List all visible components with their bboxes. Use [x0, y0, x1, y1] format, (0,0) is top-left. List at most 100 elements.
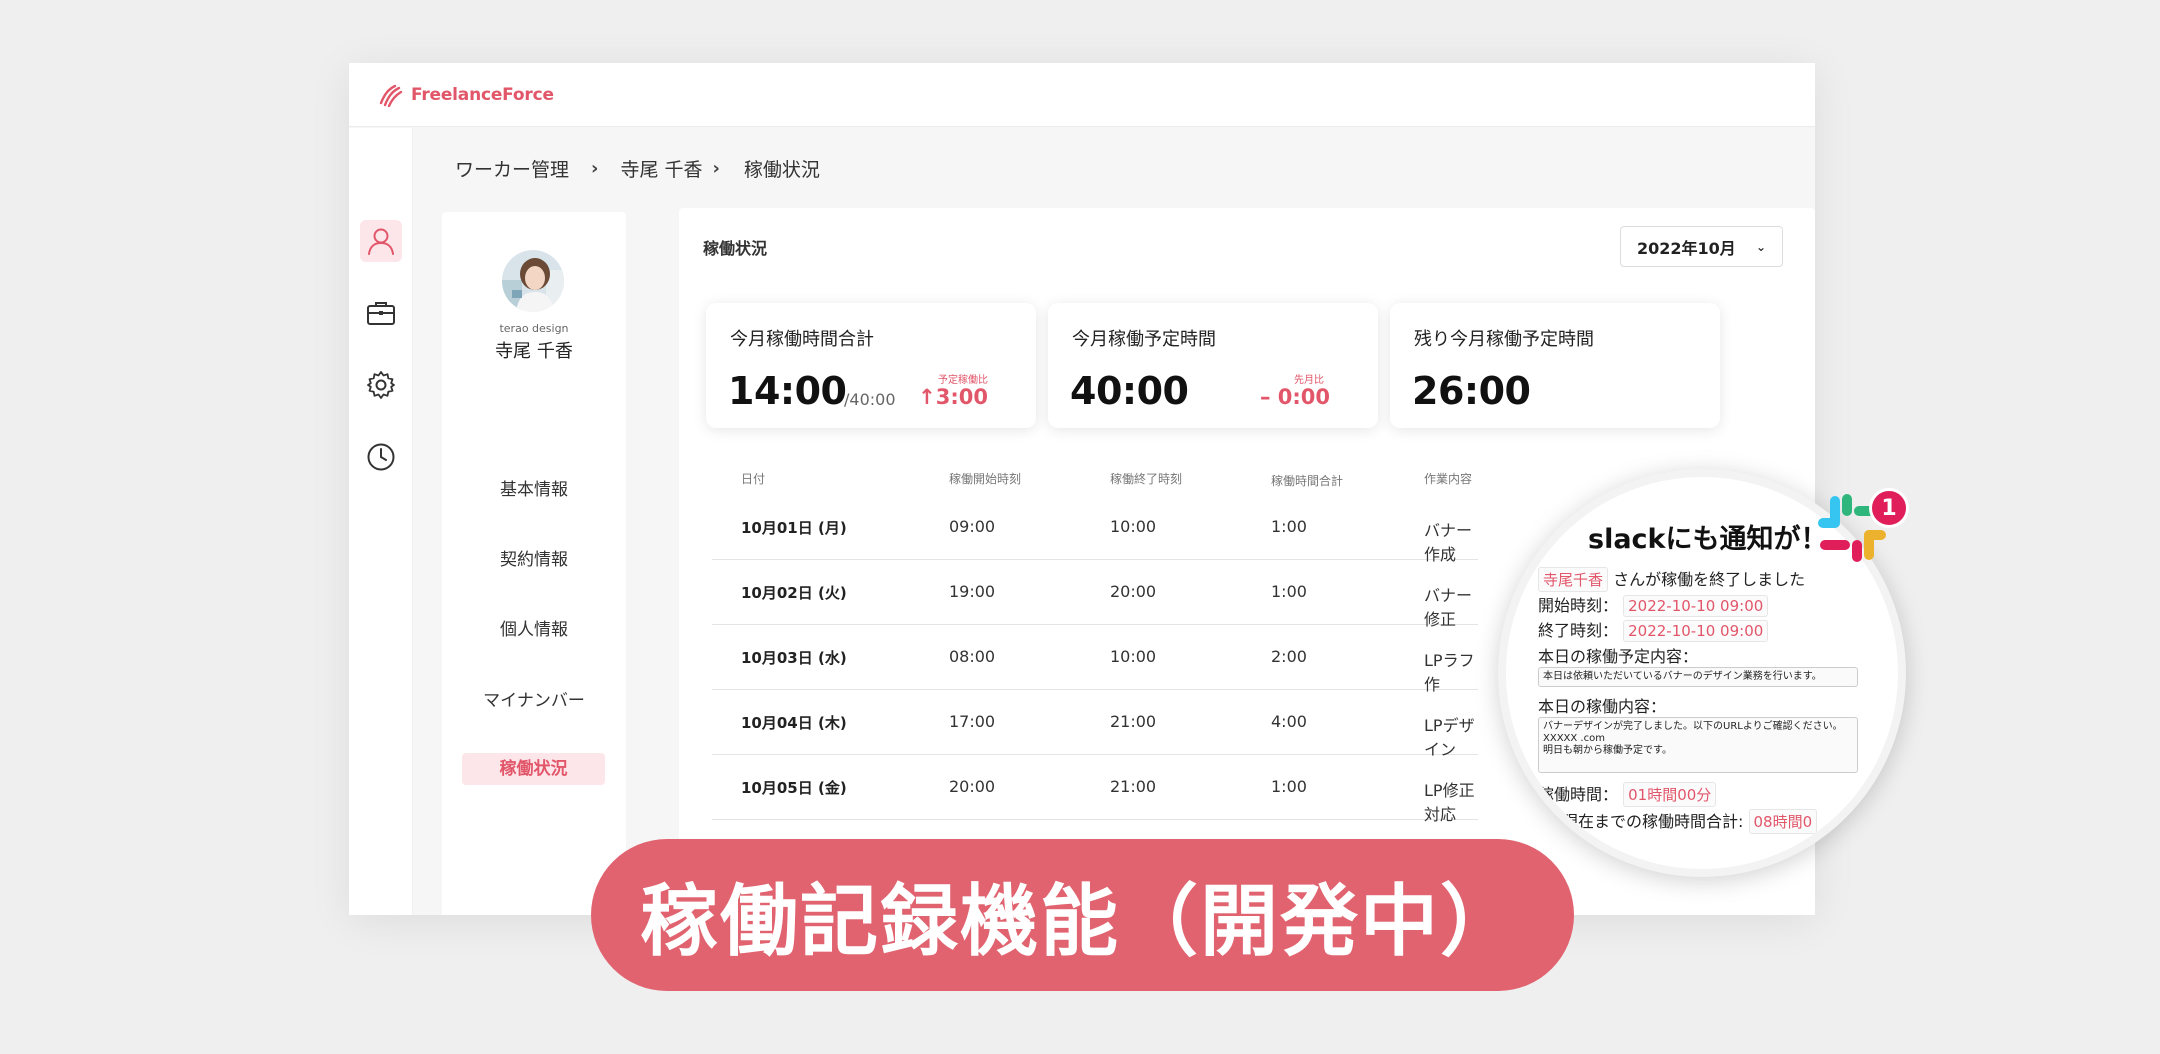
breadcrumb-separator: ›	[712, 158, 720, 179]
cell-end: 21:00	[1110, 777, 1157, 796]
plan-text-box: 本日は依頼いただいているバナーのデザイン業務を行います。	[1538, 667, 1858, 687]
card-delta-label: 先月比	[1294, 375, 1324, 386]
breadcrumb-worker-name[interactable]: 寺尾 千香	[620, 155, 702, 182]
start-label: 開始時刻：	[1538, 596, 1619, 615]
card-month-planned: 今月稼働予定時間 40:00 先月比 – 0:00	[1048, 303, 1378, 428]
cell-date: 10月01日 (月)	[741, 519, 847, 537]
plan-text: 本日は依頼いただいているバナーのデザイン業務を行います。	[1543, 671, 1822, 682]
card-delta-label: 予定稼働比	[938, 375, 988, 386]
card-value: 26:00	[1412, 369, 1531, 413]
profile-menu-work-status[interactable]: 稼働状況	[462, 753, 605, 785]
logo-text: FreelanceForce	[411, 84, 554, 105]
notify-message-text: さんが稼働を終了しました	[1613, 570, 1806, 589]
content-line: 明日も朝から稼働予定です。	[1543, 745, 1672, 756]
cell-task: LPデザイン	[1424, 716, 1475, 759]
cell-total: 4:00	[1271, 712, 1307, 731]
cell-start: 20:00	[949, 777, 996, 796]
cell-task: LP修正対応	[1424, 781, 1475, 824]
card-remaining: 残り今月稼働予定時間 26:00	[1390, 303, 1720, 428]
cell-total: 1:00	[1271, 517, 1307, 536]
nav-projects[interactable]	[360, 292, 402, 334]
cell-date: 10月03日 (水)	[741, 649, 847, 667]
profile-menu-personal-info[interactable]: 個人情報	[442, 615, 626, 640]
arrow-up-icon: ↑	[918, 385, 936, 409]
content-line: XXXXX .com	[1543, 733, 1605, 744]
user-icon	[368, 228, 394, 255]
profile-panel: terao design 寺尾 千香 基本情報 契約情報 個人情報 マイナンバー…	[442, 212, 626, 915]
cell-total: 2:00	[1271, 647, 1307, 666]
content-text-box: バナーデザインが完了しました。以下のURLよりご確認ください。 XXXXX .c…	[1538, 717, 1858, 773]
card-sub: /40:00	[844, 390, 896, 409]
user-tag: 寺尾千香	[1538, 567, 1609, 592]
card-title: 今月稼働時間合計	[730, 329, 874, 350]
end-label: 終了時刻：	[1538, 621, 1619, 640]
total-value: 08時間0	[1748, 809, 1818, 834]
cell-date: 10月05日 (金)	[741, 779, 847, 797]
notify-start: 開始時刻： 2022-10-10 09:00	[1538, 592, 1769, 617]
briefcase-icon	[367, 302, 395, 325]
breadcrumb: ワーカー管理 › 寺尾 千香 › 稼働状況	[455, 155, 820, 182]
profile-name: 寺尾 千香	[495, 341, 573, 362]
profile-menu-contract-info[interactable]: 契約情報	[442, 545, 626, 570]
logo[interactable]: FreelanceForce	[377, 83, 554, 107]
content-label: 本日の稼働内容：	[1538, 697, 1667, 716]
table-row[interactable]: 10月03日 (水) 08:00 10:00 2:00 LPラフ作	[712, 625, 1478, 694]
profile-menu-basic-info[interactable]: 基本情報	[442, 475, 626, 500]
breadcrumb-current: 稼働状況	[743, 159, 820, 181]
minus-icon: –	[1259, 385, 1271, 409]
table-row[interactable]: 10月05日 (金) 20:00 21:00 1:00 LP修正対応	[712, 755, 1478, 824]
nav-settings[interactable]	[360, 364, 402, 406]
month-select-value: 2022年10月	[1637, 238, 1736, 258]
hours-value: 01時間00分	[1623, 782, 1717, 807]
table-header-date: 日付	[741, 472, 766, 486]
notification-badge: 1	[1869, 488, 1909, 528]
cell-start: 17:00	[949, 712, 996, 731]
table-row[interactable]: 10月02日 (火) 19:00 20:00 1:00 バナー修正	[712, 560, 1478, 629]
total-label: 現在までの稼働時間合計:	[1562, 812, 1744, 831]
breadcrumb-worker-management[interactable]: ワーカー管理	[455, 155, 569, 182]
notify-end: 終了時刻： 2022-10-10 09:00	[1538, 617, 1769, 642]
cell-task: バナー作成	[1424, 521, 1473, 564]
clock-icon	[367, 443, 395, 471]
profile-menu-my-number[interactable]: マイナンバー	[442, 686, 626, 711]
card-value: 14:00	[728, 369, 847, 413]
chevron-down-icon: ⌄	[1755, 239, 1766, 254]
gear-icon	[367, 371, 395, 399]
card-month-total: 今月稼働時間合計 14:00 /40:00 予定稼働比 ↑3:00	[706, 303, 1036, 428]
cell-end: 21:00	[1110, 712, 1157, 731]
cell-date: 10月04日 (木)	[741, 714, 847, 732]
cell-end: 10:00	[1110, 647, 1157, 666]
feature-banner: 稼働記録機能（開発中）	[591, 839, 1574, 991]
month-select[interactable]: 2022年10月 ⌄	[1620, 226, 1783, 267]
table-row[interactable]: 10月04日 (木) 17:00 21:00 4:00 LPデザイン	[712, 690, 1478, 759]
table-header-total: 稼働時間合計	[1271, 474, 1344, 488]
card-delta-value: 0:00	[1277, 385, 1330, 409]
cell-task: バナー修正	[1424, 586, 1473, 629]
notify-total: 現在までの稼働時間合計: 08時間0	[1562, 808, 1818, 834]
logo-icon	[379, 84, 403, 107]
end-value: 2022-10-10 09:00	[1623, 620, 1769, 642]
plan-label: 本日の稼働予定内容：	[1538, 647, 1699, 666]
content-line: バナーデザインが完了しました。以下のURLよりご確認ください。	[1543, 721, 1843, 732]
card-delta: – 0:00	[1260, 385, 1330, 409]
table-header-start: 稼働開始時刻	[949, 472, 1022, 486]
cell-end: 10:00	[1110, 517, 1157, 536]
cell-total: 1:00	[1271, 582, 1307, 601]
cell-start: 09:00	[949, 517, 996, 536]
avatar	[502, 250, 564, 312]
table-header-task: 作業内容	[1424, 472, 1473, 486]
card-delta-value: 3:00	[935, 385, 988, 409]
avatar-image	[502, 250, 564, 312]
card-title: 残り今月稼働予定時間	[1414, 329, 1594, 350]
nav-history[interactable]	[360, 436, 402, 478]
nav-workers[interactable]	[360, 220, 402, 262]
breadcrumb-separator: ›	[591, 158, 599, 179]
cell-end: 20:00	[1110, 582, 1157, 601]
panel-title: 稼働状況	[703, 239, 768, 258]
cell-task: LPラフ作	[1424, 651, 1475, 694]
card-title: 今月稼働予定時間	[1072, 329, 1216, 350]
cell-date: 10月02日 (火)	[741, 584, 847, 602]
card-value: 40:00	[1070, 369, 1189, 413]
profile-company: terao design	[499, 322, 569, 335]
table-row[interactable]: 10月01日 (月) 09:00 10:00 1:00 バナー作成	[712, 495, 1478, 564]
